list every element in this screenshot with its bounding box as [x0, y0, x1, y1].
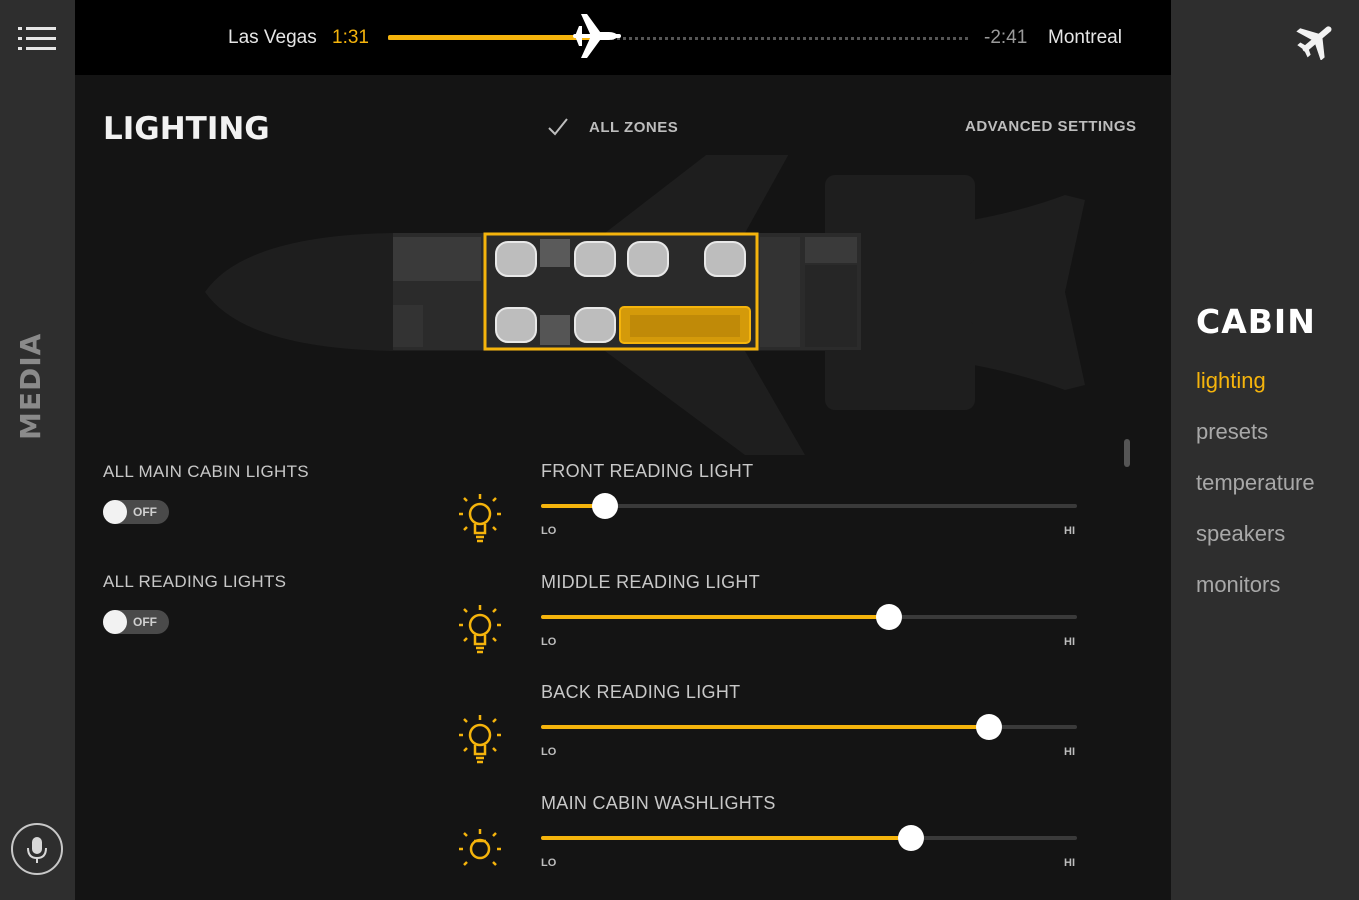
nav-item-lighting[interactable]: lighting	[1196, 364, 1315, 415]
hamburger-menu-icon[interactable]	[18, 24, 58, 54]
lighting-panel: LIGHTING ALL ZONES ADVANCED SETTINGS ALL…	[75, 75, 1171, 900]
reading-lights-switch[interactable]: OFF	[103, 610, 169, 634]
washlight-icon	[459, 829, 501, 866]
switch-knob	[103, 610, 127, 634]
slider-main-cabin-washlights: MAIN CABIN WASHLIGHTS LO HI	[455, 793, 1095, 893]
cabin-nav-panel: CABIN lighting presets temperature speak…	[1171, 0, 1359, 900]
nav-item-monitors[interactable]: monitors	[1196, 568, 1315, 619]
lo-label: LO	[541, 746, 557, 758]
scrollbar-thumb[interactable]	[1124, 439, 1130, 467]
flight-progress-bar: Las Vegas 1:31 -2:41 Montreal	[75, 0, 1171, 75]
lo-label: LO	[541, 857, 557, 869]
slider-middle-reading-light: MIDDLE READING LIGHT LO HI	[455, 572, 1095, 672]
lo-label: LO	[541, 636, 557, 648]
media-tab[interactable]: MEDIA	[14, 330, 47, 440]
brightness-fill	[541, 836, 911, 840]
nav-item-presets[interactable]: presets	[1196, 415, 1315, 466]
brightness-thumb[interactable]	[975, 714, 1002, 740]
brightness-thumb[interactable]	[592, 493, 619, 519]
toggle-label: ALL READING LIGHTS	[103, 572, 287, 591]
origin-city: Las Vegas	[228, 27, 317, 48]
slider-label: MIDDLE READING LIGHT	[541, 572, 761, 592]
cabin-zone-diagram	[205, 155, 1085, 455]
reading-light-icon	[459, 715, 501, 764]
flight-progress-fill	[388, 35, 597, 40]
plane-position-icon	[571, 10, 623, 62]
advanced-settings-button[interactable]: ADVANCED SETTINGS	[965, 118, 1137, 135]
elapsed-time: 1:31	[332, 27, 369, 48]
microphone-button[interactable]	[11, 823, 63, 875]
all-zones-label: ALL ZONES	[589, 118, 679, 136]
brightness-track[interactable]	[541, 604, 1077, 630]
brightness-fill	[541, 725, 989, 729]
switch-state: OFF	[133, 505, 157, 519]
hi-label: HI	[1064, 525, 1075, 537]
toggle-all-reading-lights: ALL READING LIGHTS OFF	[103, 572, 286, 634]
brightness-thumb[interactable]	[897, 825, 924, 851]
switch-state: OFF	[133, 615, 157, 629]
hi-label: HI	[1064, 857, 1075, 869]
brightness-track[interactable]	[541, 825, 1077, 851]
main-cabin-lights-switch[interactable]: OFF	[103, 500, 169, 524]
checkmark-icon	[548, 118, 568, 136]
toggle-all-main-cabin-lights: ALL MAIN CABIN LIGHTS OFF	[103, 462, 309, 524]
slider-back-reading-light: BACK READING LIGHT LO HI	[455, 682, 1095, 782]
lo-label: LO	[541, 525, 557, 537]
brightness-fill	[541, 615, 890, 619]
microphone-icon	[27, 837, 47, 863]
brightness-track[interactable]	[541, 493, 1077, 519]
destination-city: Montreal	[1048, 27, 1122, 48]
left-rail: MEDIA	[0, 0, 75, 900]
cabin-title: CABIN	[1196, 302, 1316, 341]
remaining-time: -2:41	[984, 27, 1028, 48]
reading-light-icon	[459, 605, 501, 654]
hi-label: HI	[1064, 636, 1075, 648]
all-zones-toggle[interactable]: ALL ZONES	[547, 117, 678, 137]
slider-label: MAIN CABIN WASHLIGHTS	[541, 793, 776, 813]
nav-item-speakers[interactable]: speakers	[1196, 517, 1315, 568]
brightness-thumb[interactable]	[876, 604, 903, 630]
slider-label: BACK READING LIGHT	[541, 682, 741, 702]
brightness-track[interactable]	[541, 714, 1077, 740]
slider-label: FRONT READING LIGHT	[541, 461, 754, 481]
page-title: LIGHTING	[103, 111, 270, 147]
switch-knob	[103, 500, 127, 524]
nav-item-temperature[interactable]: temperature	[1196, 466, 1315, 517]
toggle-label: ALL MAIN CABIN LIGHTS	[103, 462, 309, 481]
reading-light-icon	[459, 494, 501, 543]
cabin-nav-list: lighting presets temperature speakers mo…	[1196, 364, 1315, 619]
airplane-icon[interactable]	[1296, 18, 1338, 61]
hi-label: HI	[1064, 746, 1075, 758]
slider-front-reading-light: FRONT READING LIGHT LO HI	[455, 461, 1095, 561]
